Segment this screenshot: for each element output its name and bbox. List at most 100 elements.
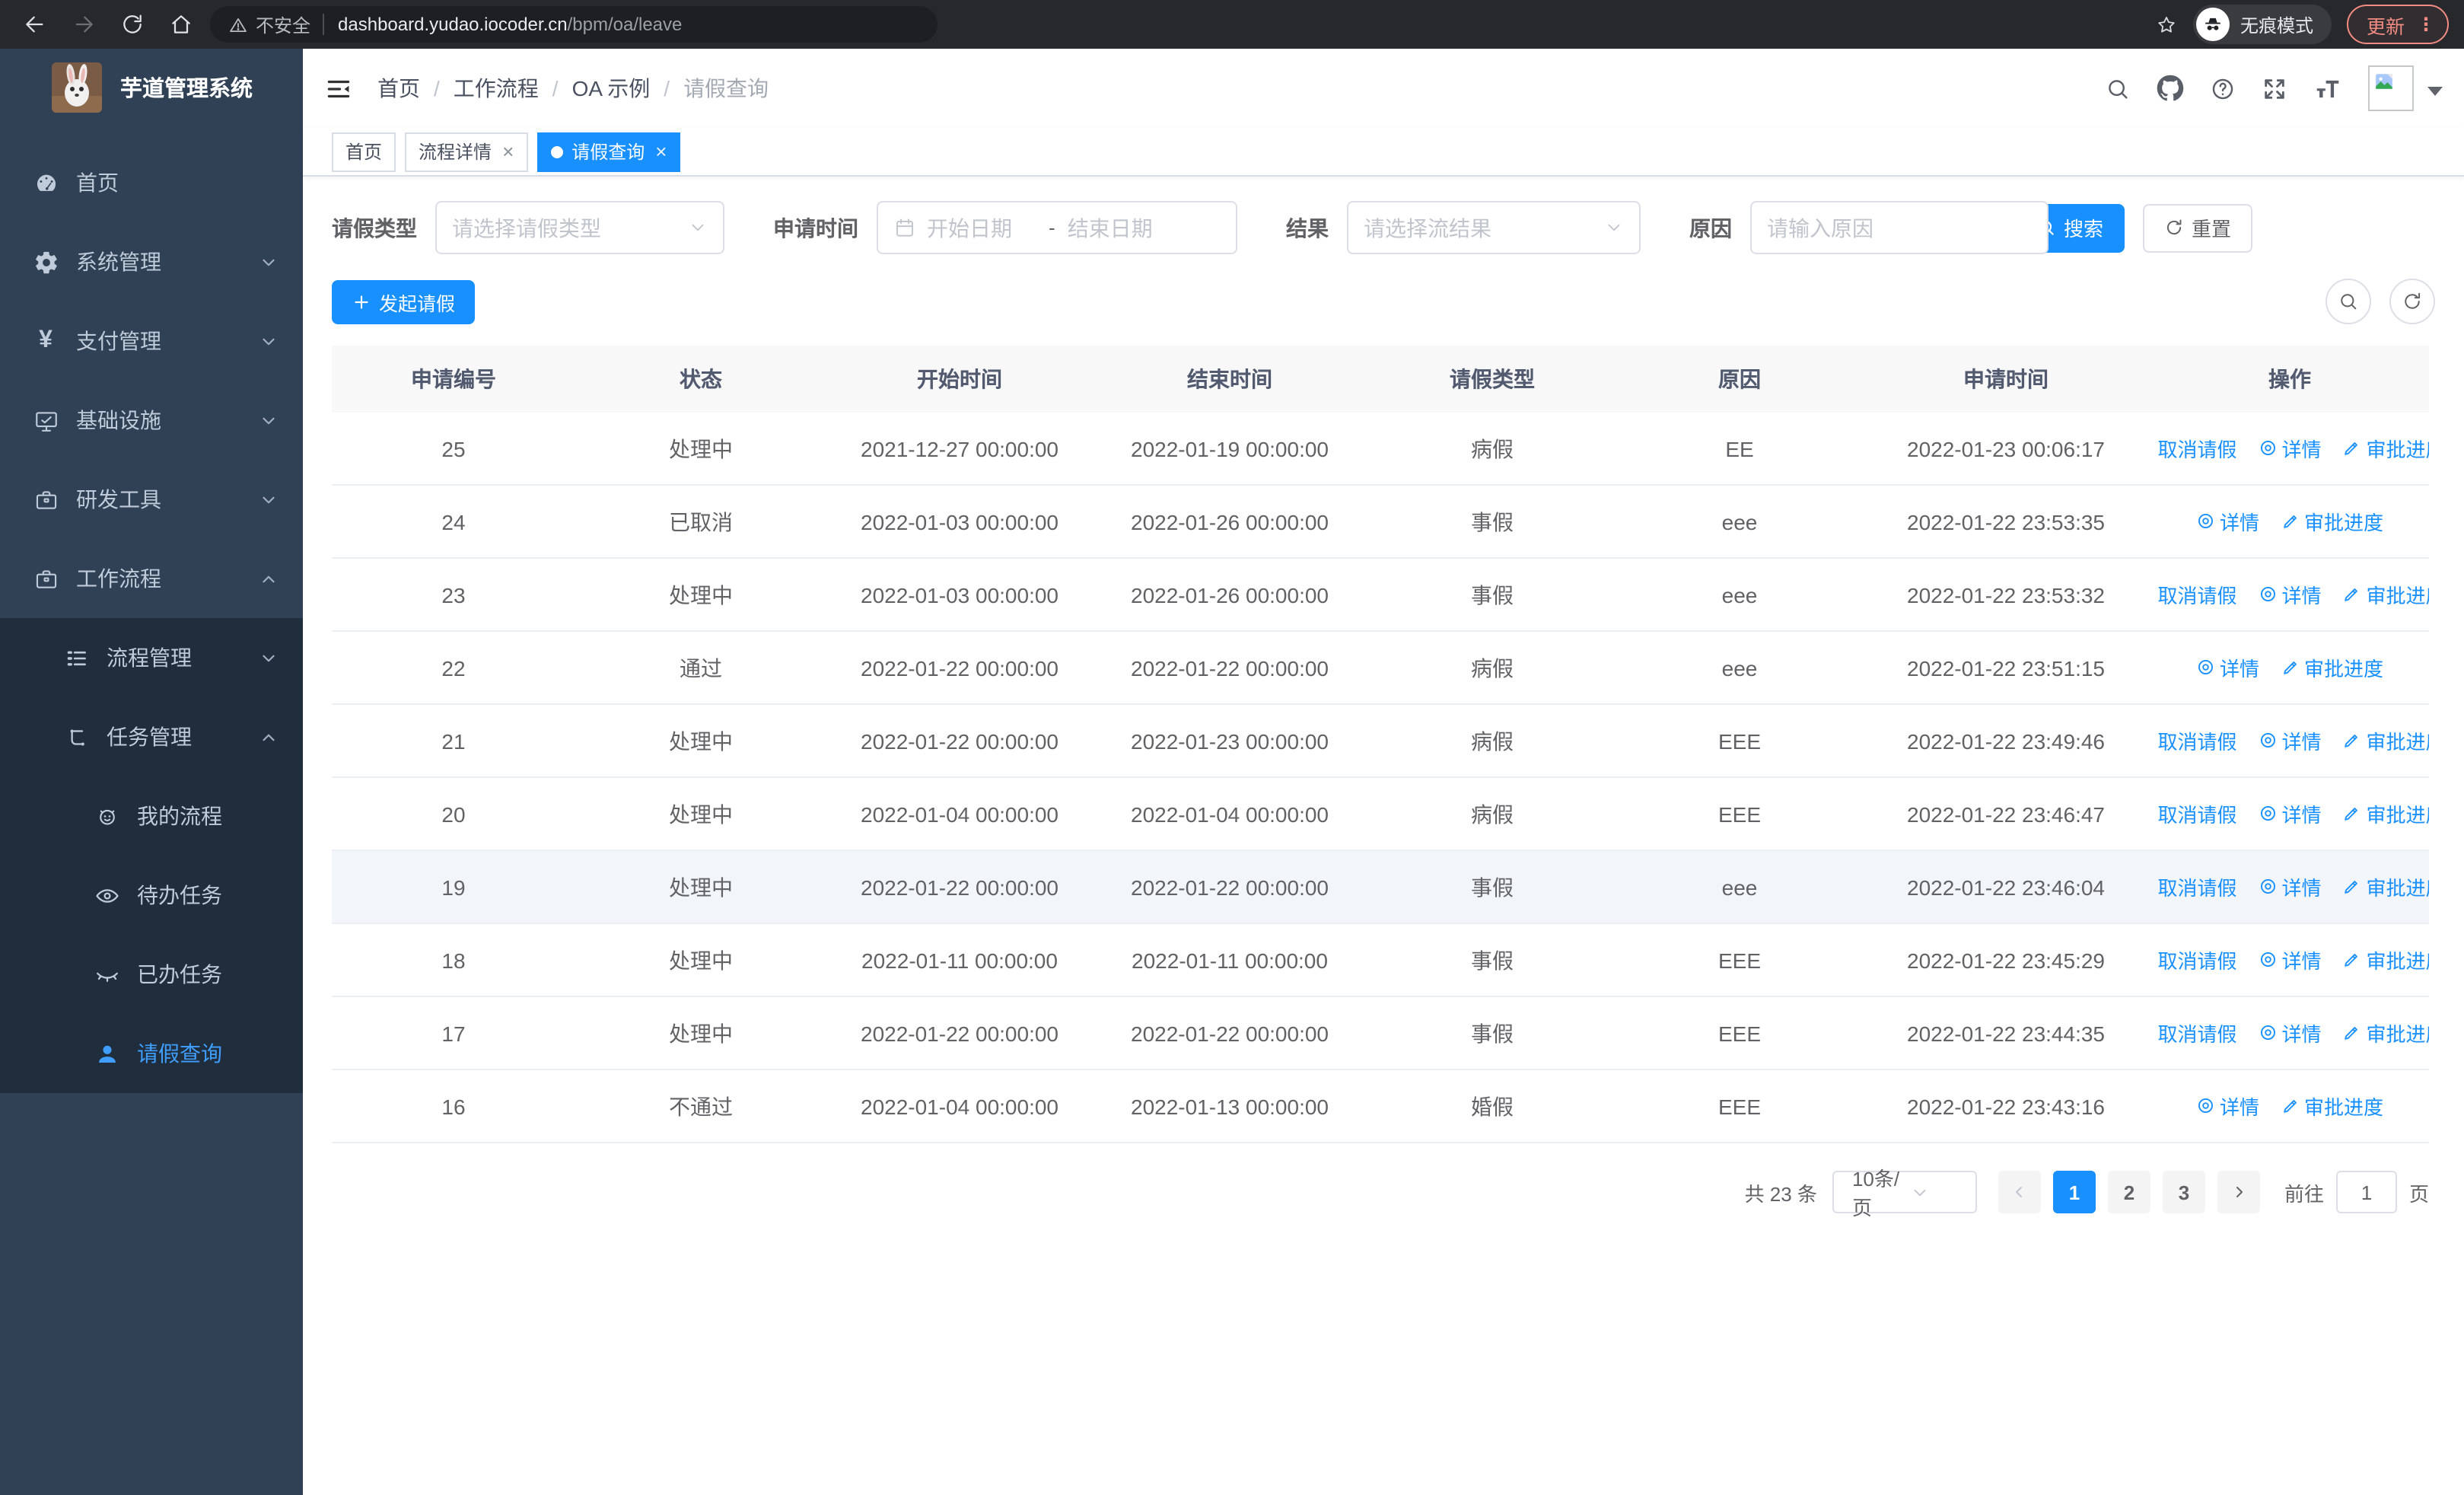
progress-action-link[interactable]: 审批进度 (2281, 507, 2383, 536)
sidebar-item-系统管理[interactable]: 系统管理 (0, 222, 303, 301)
search-icon[interactable] (2105, 75, 2131, 101)
close-tab-icon[interactable]: × (502, 142, 514, 161)
table-row[interactable]: 21 处理中 2022-01-22 00:00:00 2022-01-23 00:00… (332, 705, 2429, 778)
progress-action-link[interactable]: 审批进度 (2281, 1092, 2383, 1120)
fullscreen-icon[interactable] (2262, 75, 2287, 101)
detail-action-link[interactable]: 详情 (2259, 434, 2322, 463)
sidebar-item-请假查询[interactable]: 请假查询 (0, 1014, 303, 1093)
leave-type-select[interactable] (435, 201, 724, 254)
detail-action-link[interactable]: 详情 (2196, 1092, 2259, 1120)
sidebar-item-首页[interactable]: 首页 (0, 143, 303, 222)
page-button-3[interactable]: 3 (2162, 1171, 2205, 1213)
apply-time-range-picker[interactable]: - (877, 201, 1237, 254)
browser-forward-icon[interactable] (64, 5, 103, 44)
progress-action-link[interactable]: 审批进度 (2343, 726, 2429, 755)
sidebar-item-任务管理[interactable]: 任务管理 (0, 697, 303, 776)
tab-流程详情[interactable]: 流程详情 × (405, 132, 528, 171)
detail-action-link[interactable]: 详情 (2259, 1018, 2322, 1047)
end-date-input[interactable] (1067, 215, 1177, 240)
progress-action-link[interactable]: 审批进度 (2343, 799, 2429, 828)
progress-action-link[interactable]: 审批进度 (2343, 434, 2429, 463)
detail-action-link[interactable]: 详情 (2259, 726, 2322, 755)
progress-action-link[interactable]: 审批进度 (2343, 580, 2429, 609)
font-size-icon[interactable] (2313, 74, 2342, 103)
table-row[interactable]: 25 处理中 2021-12-27 00:00:00 2022-01-19 00:00… (332, 413, 2429, 486)
start-date-input[interactable] (927, 215, 1036, 240)
sidebar-item-基础设施[interactable]: 基础设施 (0, 381, 303, 460)
cancel-action-link[interactable]: 取消请假 (2150, 580, 2236, 609)
progress-action-link[interactable]: 审批进度 (2281, 653, 2383, 682)
next-page-button[interactable] (2217, 1171, 2260, 1213)
result-select[interactable] (1347, 201, 1641, 254)
leave-type-select-input[interactable] (452, 215, 682, 240)
sidebar-item-工作流程[interactable]: 工作流程 (0, 539, 303, 618)
table-row[interactable]: 23 处理中 2022-01-03 00:00:00 2022-01-26 00:00… (332, 559, 2429, 632)
detail-action-link[interactable]: 详情 (2259, 799, 2322, 828)
browser-back-icon[interactable] (15, 5, 55, 44)
reason-input[interactable] (1767, 215, 2032, 240)
bookmark-star-icon[interactable] (2155, 13, 2178, 36)
help-icon[interactable] (2210, 75, 2236, 101)
app-logo-row[interactable]: 芋道管理系统 (0, 49, 303, 125)
detail-action-link[interactable]: 详情 (2196, 653, 2259, 682)
github-icon[interactable] (2157, 75, 2184, 102)
sidebar-item-我的流程[interactable]: 我的流程 (0, 776, 303, 856)
reset-button[interactable]: 重置 (2143, 203, 2253, 252)
cancel-action-link[interactable]: 取消请假 (2150, 945, 2236, 974)
browser-menu-icon[interactable]: ⋮ (2417, 15, 2435, 33)
table-row[interactable]: 16 不通过 2022-01-04 00:00:00 2022-01-13 00:00… (332, 1070, 2429, 1143)
refresh-table-button[interactable] (2389, 279, 2435, 324)
prev-page-button[interactable] (1998, 1171, 2041, 1213)
sidebar-item-研发工具[interactable]: 研发工具 (0, 460, 303, 539)
sidebar-item-支付管理[interactable]: ¥ 支付管理 (0, 301, 303, 381)
cancel-action-link[interactable]: 取消请假 (2150, 799, 2236, 828)
show-search-button[interactable] (2326, 279, 2371, 324)
tab-请假查询[interactable]: 请假查询 × (536, 132, 681, 171)
create-leave-button[interactable]: 发起请假 (332, 279, 476, 324)
chevron-down-icon (259, 410, 279, 430)
detail-action-link[interactable]: 详情 (2259, 872, 2322, 901)
sidebar-item-已办任务[interactable]: 已办任务 (0, 935, 303, 1014)
close-tab-icon[interactable]: × (655, 142, 667, 161)
table-row[interactable]: 19 处理中 2022-01-22 00:00:00 2022-01-22 00:00… (332, 851, 2429, 924)
page-button-1[interactable]: 1 (2052, 1171, 2096, 1213)
table-row[interactable]: 24 已取消 2022-01-03 00:00:00 2022-01-26 00:00… (332, 486, 2429, 559)
avatar-broken-image[interactable] (2368, 65, 2414, 111)
progress-action-link[interactable]: 审批进度 (2343, 1018, 2429, 1047)
sidebar-toggle-icon[interactable] (315, 74, 362, 103)
detail-action-link[interactable]: 详情 (2259, 580, 2322, 609)
sidebar-item-待办任务[interactable]: 待办任务 (0, 856, 303, 935)
breadcrumb-item[interactable]: 工作流程 (454, 73, 539, 104)
table-row[interactable]: 18 处理中 2022-01-11 00:00:00 2022-01-11 00:00… (332, 924, 2429, 997)
browser-update-button[interactable]: 更新 ⋮ (2346, 5, 2449, 44)
cancel-action-link[interactable]: 取消请假 (2150, 726, 2236, 755)
table-row[interactable]: 20 处理中 2022-01-04 00:00:00 2022-01-04 00:00… (332, 778, 2429, 851)
reason-input-wrap[interactable] (1750, 201, 2049, 254)
breadcrumb-item[interactable]: OA 示例 (572, 73, 651, 104)
progress-action-link[interactable]: 审批进度 (2343, 872, 2429, 901)
address-bar[interactable]: 不安全 dashboard.yudao.iocoder.cn/bpm/oa/le… (210, 6, 938, 43)
goto-page-input[interactable] (2335, 1171, 2397, 1213)
cancel-action-link[interactable]: 取消请假 (2150, 1018, 2236, 1047)
detail-action-link[interactable]: 详情 (2196, 507, 2259, 536)
sidebar-item-流程管理[interactable]: 流程管理 (0, 618, 303, 697)
eye-closed-icon (91, 961, 122, 987)
browser-home-icon[interactable] (161, 5, 201, 44)
cell-type: 病假 (1471, 655, 1514, 680)
breadcrumb-item[interactable]: 首页 (377, 73, 420, 104)
page-button-2[interactable]: 2 (2107, 1171, 2150, 1213)
cancel-action-link[interactable]: 取消请假 (2150, 434, 2236, 463)
not-secure-warning-icon[interactable] (228, 14, 248, 34)
page-size-select[interactable]: 10条/页 (1832, 1168, 1977, 1219)
progress-action-link[interactable]: 审批进度 (2343, 945, 2429, 974)
chevron-up-icon (259, 727, 279, 747)
detail-action-link[interactable]: 详情 (2259, 945, 2322, 974)
cancel-action-link[interactable]: 取消请假 (2150, 872, 2236, 901)
avatar-caret-down-icon[interactable] (2427, 87, 2443, 96)
result-select-input[interactable] (1364, 215, 1598, 240)
tab-首页[interactable]: 首页 (332, 132, 396, 171)
browser-reload-icon[interactable] (113, 5, 152, 44)
table-row[interactable]: 22 通过 2022-01-22 00:00:00 2022-01-22 00:00:… (332, 632, 2429, 705)
cell-type: 病假 (1471, 728, 1514, 753)
table-row[interactable]: 17 处理中 2022-01-22 00:00:00 2022-01-22 00:00… (332, 997, 2429, 1070)
